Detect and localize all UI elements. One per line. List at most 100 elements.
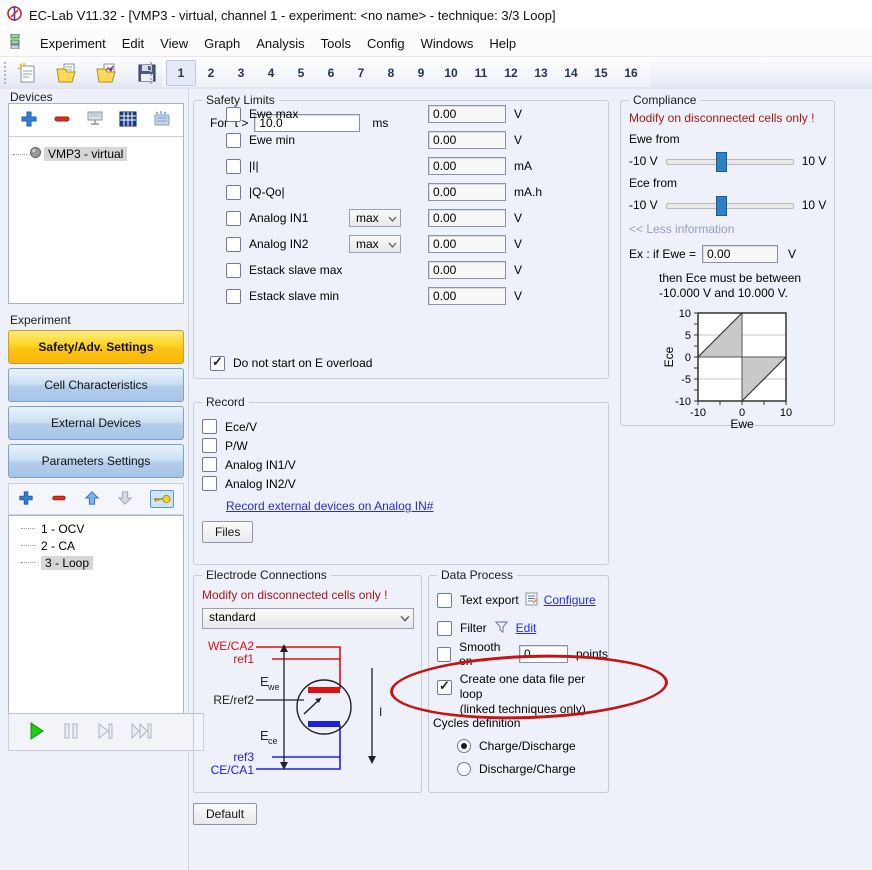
overload-checkbox[interactable] bbox=[210, 356, 225, 371]
channel-button[interactable]: 11 bbox=[466, 60, 496, 86]
play-icon[interactable] bbox=[29, 722, 45, 743]
safety-limit-value[interactable]: 0.00 bbox=[428, 287, 506, 305]
record-checkbox[interactable] bbox=[202, 438, 217, 453]
move-up-icon[interactable] bbox=[84, 490, 100, 509]
menu-item[interactable]: Windows bbox=[413, 33, 482, 54]
remove-device-icon[interactable] bbox=[53, 110, 71, 131]
menu-item[interactable]: Tools bbox=[313, 33, 359, 54]
channel-button[interactable]: 10 bbox=[436, 60, 466, 86]
slider-handle[interactable] bbox=[716, 196, 727, 216]
save-icon[interactable] bbox=[134, 60, 160, 86]
edit-key-icon[interactable] bbox=[150, 490, 174, 508]
pause-icon[interactable] bbox=[63, 722, 79, 743]
channel-grid-icon[interactable] bbox=[119, 110, 137, 131]
channel-button[interactable]: 4 bbox=[256, 60, 286, 86]
experiment-nav-button[interactable]: External Devices bbox=[8, 406, 184, 440]
analog-mode-dropdown[interactable]: max bbox=[349, 235, 401, 253]
add-device-icon[interactable] bbox=[20, 110, 38, 131]
remove-technique-icon[interactable] bbox=[51, 490, 67, 509]
channel-button[interactable]: 9 bbox=[406, 60, 436, 86]
ewe-from-slider[interactable] bbox=[666, 152, 794, 170]
experiment-nav-button[interactable]: Safety/Adv. Settings bbox=[8, 330, 184, 364]
channel-button[interactable]: 15 bbox=[586, 60, 616, 86]
safety-limit-checkbox[interactable] bbox=[226, 107, 241, 122]
record-checkbox[interactable] bbox=[202, 457, 217, 472]
channel-button[interactable]: 13 bbox=[526, 60, 556, 86]
menu-item[interactable]: Config bbox=[359, 33, 413, 54]
filter-edit-link[interactable]: Edit bbox=[516, 621, 537, 635]
open-experiment-icon[interactable] bbox=[54, 60, 80, 86]
menu-item[interactable]: View bbox=[152, 33, 196, 54]
safety-limit-value[interactable]: 0.00 bbox=[428, 209, 506, 227]
device-item-vmp3[interactable]: VMP3 - virtual bbox=[44, 147, 127, 161]
safety-limit-value[interactable]: 0.00 bbox=[428, 131, 506, 149]
safety-limit-value[interactable]: 0.00 bbox=[428, 105, 506, 123]
menu-item[interactable]: Experiment bbox=[32, 33, 114, 54]
next-icon[interactable] bbox=[97, 722, 113, 743]
configure-link[interactable]: Configure bbox=[544, 593, 596, 607]
xtick-10: 10 bbox=[780, 407, 792, 419]
safety-limit-unit: V bbox=[514, 107, 522, 121]
channel-button[interactable]: 7 bbox=[346, 60, 376, 86]
channel-button[interactable]: 16 bbox=[616, 60, 646, 86]
new-report-icon[interactable] bbox=[14, 60, 40, 86]
overload-row: Do not start on E overload bbox=[210, 353, 372, 373]
safety-limit-checkbox[interactable] bbox=[226, 185, 241, 200]
channel-button[interactable]: 2 bbox=[196, 60, 226, 86]
technique-item[interactable]: 2 - CA bbox=[17, 537, 183, 554]
toolbar-grip[interactable] bbox=[4, 62, 10, 84]
menu-item[interactable]: Help bbox=[481, 33, 524, 54]
device-sync-icon[interactable] bbox=[152, 110, 172, 131]
record-title: Record bbox=[202, 395, 249, 409]
skip-to-end-icon[interactable] bbox=[131, 722, 153, 743]
safety-limit-row: |Q-Qo| 0.00 mA.h bbox=[226, 179, 608, 205]
safety-limit-unit: mA bbox=[514, 159, 532, 173]
example-input[interactable]: 0.00 bbox=[702, 245, 778, 263]
cycle-radio[interactable] bbox=[457, 739, 471, 753]
channel-button[interactable]: 1 bbox=[166, 60, 196, 86]
channel-strip-grip[interactable] bbox=[150, 62, 156, 84]
record-checkbox[interactable] bbox=[202, 476, 217, 491]
channel-button[interactable]: 3 bbox=[226, 60, 256, 86]
slider-handle[interactable] bbox=[716, 152, 727, 172]
channel-button[interactable]: 8 bbox=[376, 60, 406, 86]
analog-mode-dropdown[interactable]: max bbox=[349, 209, 401, 227]
safety-limit-value[interactable]: 0.00 bbox=[428, 235, 506, 253]
add-technique-icon[interactable] bbox=[18, 490, 34, 509]
safety-limit-checkbox[interactable] bbox=[226, 211, 241, 226]
menu-item[interactable]: Edit bbox=[114, 33, 152, 54]
channel-button[interactable]: 5 bbox=[286, 60, 316, 86]
filter-row: Filter Edit bbox=[437, 618, 536, 638]
text-export-checkbox[interactable] bbox=[437, 593, 452, 608]
device-config-icon[interactable] bbox=[85, 110, 105, 131]
less-information-link[interactable]: << Less information bbox=[629, 222, 734, 236]
default-button[interactable]: Default bbox=[193, 803, 257, 825]
channel-button[interactable]: 6 bbox=[316, 60, 346, 86]
menu-item[interactable]: Analysis bbox=[248, 33, 312, 54]
safety-limit-value[interactable]: 0.00 bbox=[428, 183, 506, 201]
safety-limit-checkbox[interactable] bbox=[226, 237, 241, 252]
safety-limit-value[interactable]: 0.00 bbox=[428, 157, 506, 175]
smooth-checkbox[interactable] bbox=[437, 647, 451, 662]
menu-item[interactable]: Graph bbox=[196, 33, 248, 54]
safety-limit-checkbox[interactable] bbox=[226, 159, 241, 174]
experiment-nav-button[interactable]: Cell Characteristics bbox=[8, 368, 184, 402]
connection-mode-dropdown[interactable]: standard bbox=[202, 608, 414, 629]
filter-checkbox[interactable] bbox=[437, 621, 452, 636]
files-button[interactable]: Files bbox=[202, 521, 253, 543]
safety-limit-value[interactable]: 0.00 bbox=[428, 261, 506, 279]
move-down-icon[interactable] bbox=[117, 490, 133, 509]
safety-limit-checkbox[interactable] bbox=[226, 289, 241, 304]
safety-limit-checkbox[interactable] bbox=[226, 263, 241, 278]
record-external-link[interactable]: Record external devices on Analog IN# bbox=[226, 499, 433, 513]
experiment-nav-button[interactable]: Parameters Settings bbox=[8, 444, 184, 478]
technique-item[interactable]: 3 - Loop bbox=[17, 554, 183, 571]
record-checkbox[interactable] bbox=[202, 419, 217, 434]
safety-limit-checkbox[interactable] bbox=[226, 133, 241, 148]
channel-button[interactable]: 14 bbox=[556, 60, 586, 86]
technique-item[interactable]: 1 - OCV bbox=[17, 520, 183, 537]
cycle-radio[interactable] bbox=[457, 762, 471, 776]
ece-from-slider[interactable] bbox=[666, 196, 794, 214]
channel-button[interactable]: 12 bbox=[496, 60, 526, 86]
open-graph-icon[interactable] bbox=[94, 60, 120, 86]
